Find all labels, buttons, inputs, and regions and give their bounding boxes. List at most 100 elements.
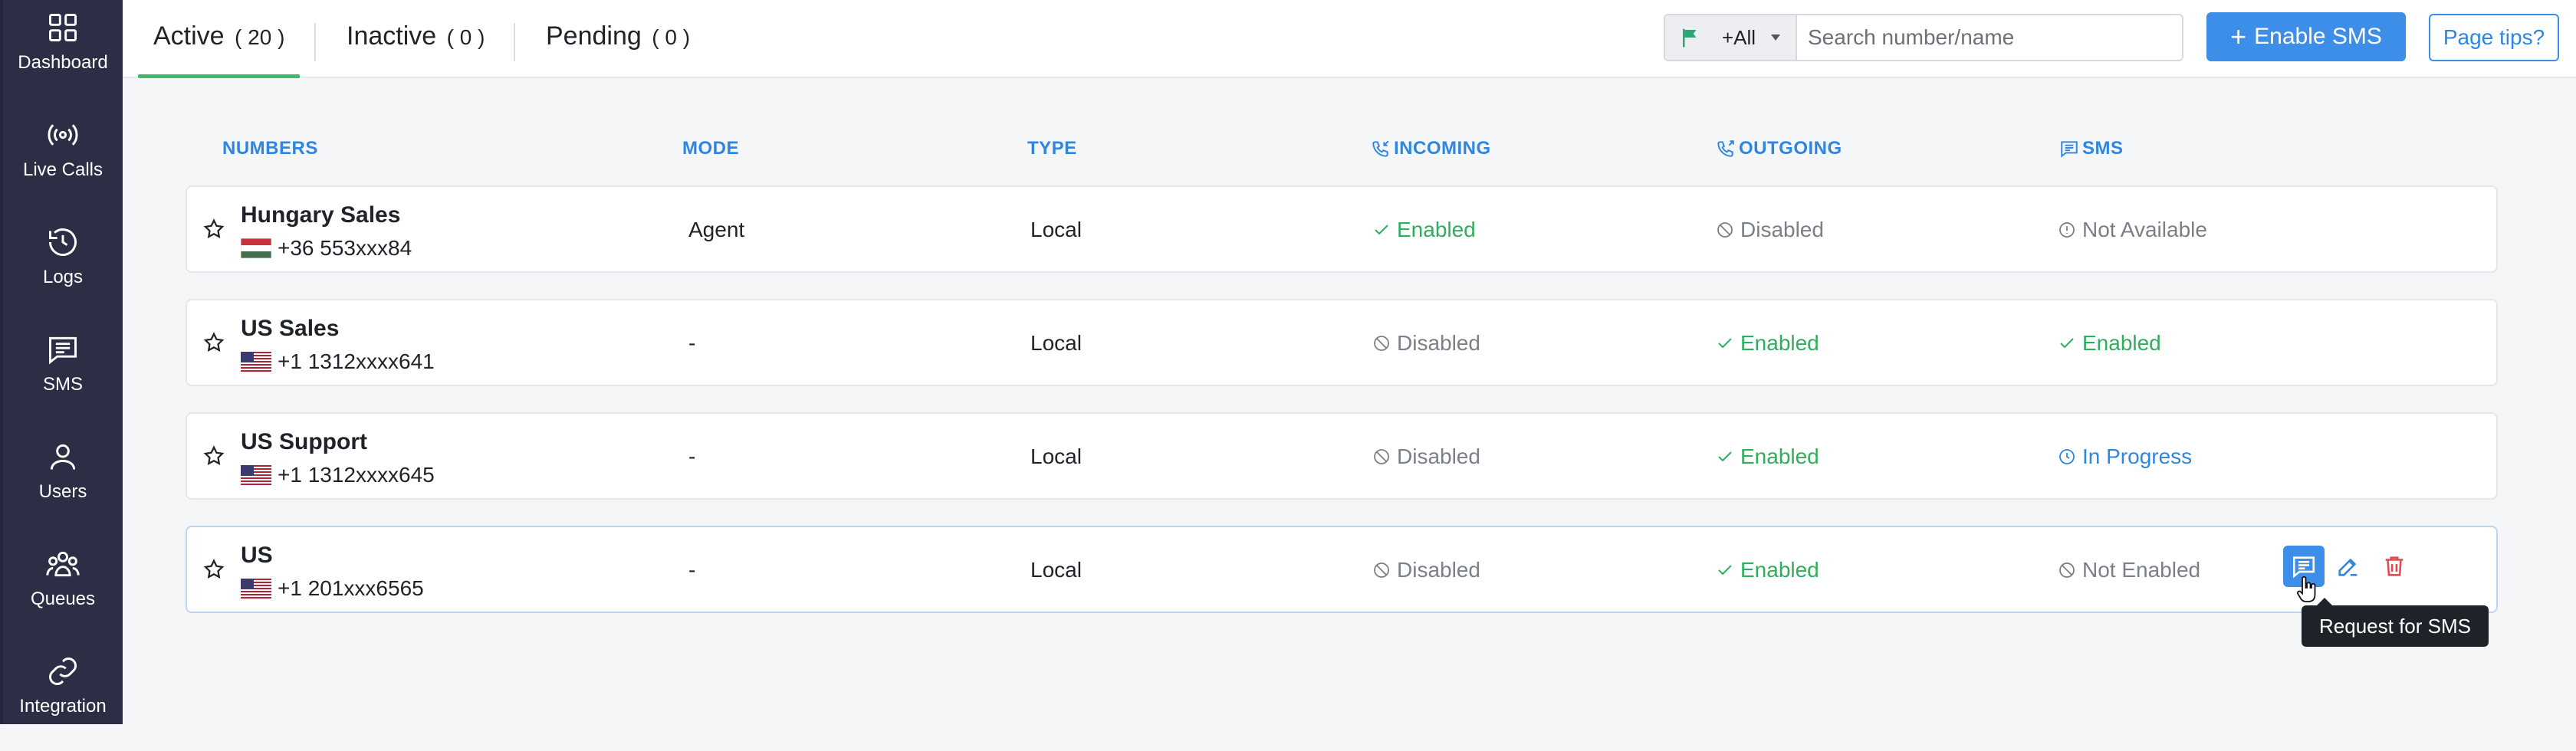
clock-icon: [2059, 449, 2075, 464]
incoming-status: Enabled: [1372, 218, 1476, 242]
type-cell: Local: [1030, 331, 1082, 355]
disabled-icon: [1717, 222, 1733, 238]
number-name: US Support: [241, 429, 367, 454]
number-line: +36 553xxx84: [241, 236, 412, 261]
star-icon[interactable]: [202, 444, 225, 467]
column-header-incoming: INCOMING: [1371, 138, 1491, 159]
sidebar-item-label: Integration: [19, 696, 107, 717]
country-select[interactable]: +All: [1665, 15, 1797, 60]
sidebar-item-live-calls[interactable]: Live Calls: [3, 107, 123, 215]
check-icon: [1718, 338, 1732, 349]
status-text: Enabled: [1740, 444, 1819, 468]
message-icon: [2061, 141, 2078, 158]
tab-active[interactable]: Active ( 20 ): [137, 21, 301, 78]
check-icon: [1375, 225, 1388, 235]
search-filter: +All: [1664, 14, 2183, 61]
sidebar-item-users[interactable]: Users: [3, 429, 123, 536]
column-header-label: OUTGOING: [1739, 138, 1842, 159]
number-name: Hungary Sales: [241, 202, 401, 228]
sidebar-item-label: Live Calls: [22, 159, 104, 180]
star-icon[interactable]: [202, 558, 225, 581]
sidebar-item-logs[interactable]: Logs: [3, 215, 123, 322]
phone-number: +1 1312xxxx641: [278, 349, 435, 373]
hand-cursor-icon: [2297, 576, 2316, 602]
tab-divider: [314, 23, 316, 61]
disabled-icon: [1374, 562, 1389, 578]
status-text: Disabled: [1397, 331, 1480, 355]
sidebar-item-queues[interactable]: Queues: [3, 536, 123, 644]
disabled-icon: [1374, 336, 1389, 351]
type-cell: Local: [1030, 218, 1082, 241]
disabled-icon: [2059, 562, 2075, 578]
hungary-flag-icon: [241, 238, 271, 258]
tab-count: ( 0 ): [652, 25, 691, 49]
number-name: US: [241, 543, 273, 568]
check-icon: [2060, 338, 2074, 349]
phone-number: +1 1312xxxx645: [278, 463, 435, 487]
sidebar: Dashboard Live Calls Logs SMS Users Queu…: [0, 0, 123, 724]
star-icon[interactable]: [202, 218, 225, 241]
status-text: Enabled: [1740, 558, 1819, 582]
status-text: Not Enabled: [2082, 558, 2201, 582]
sms-status: Not Enabled: [2058, 558, 2200, 582]
tab-label: Pending: [546, 21, 642, 51]
table-row[interactable]: US Sales +1 1312xxxx641 - Local Disabled…: [186, 299, 2498, 386]
group-icon: [46, 551, 80, 577]
star-icon[interactable]: [202, 331, 225, 354]
outgoing-status: Enabled: [1716, 331, 1819, 356]
incoming-status: Disabled: [1372, 331, 1480, 356]
status-text: Disabled: [1397, 444, 1480, 468]
status-text: Not Available: [2082, 218, 2207, 241]
history-icon: [49, 228, 77, 256]
tab-count: ( 0 ): [446, 25, 485, 49]
column-header-label: MODE: [682, 138, 739, 159]
message-icon: [2292, 556, 2315, 579]
country-select-value: +All: [1722, 25, 1756, 49]
number-name: US Sales: [241, 316, 340, 341]
mode-cell: -: [688, 444, 696, 468]
table-row[interactable]: US Support +1 1312xxxx645 - Local Disabl…: [186, 412, 2498, 500]
tab-pending[interactable]: Pending ( 0 ): [546, 21, 690, 77]
sidebar-item-integration[interactable]: Integration: [3, 644, 123, 751]
sidebar-item-label: Logs: [42, 267, 84, 287]
tab-count: ( 20 ): [235, 25, 285, 49]
sms-status: Enabled: [2058, 331, 2161, 356]
column-header-mode: MODE: [682, 138, 739, 159]
link-icon: [49, 658, 77, 685]
number-line: +1 1312xxxx641: [241, 349, 435, 374]
mode-cell: -: [688, 331, 696, 355]
column-header-sms: SMS: [2059, 138, 2124, 159]
us-flag-icon: [241, 352, 271, 372]
top-bar: Active ( 20 ) Inactive ( 0 ) Pending ( 0…: [123, 0, 2576, 78]
column-header-label: TYPE: [1027, 138, 1077, 159]
table-row[interactable]: Hungary Sales +36 553xxx84 Agent Local E…: [186, 185, 2498, 273]
sidebar-item-label: Users: [38, 481, 87, 502]
delete-button[interactable]: [2374, 546, 2415, 587]
sidebar-item-dashboard[interactable]: Dashboard: [3, 0, 123, 107]
plus-icon: +: [2230, 21, 2247, 52]
chevron-down-icon: [1771, 34, 1781, 41]
status-text: Enabled: [2082, 331, 2161, 355]
tab-label: Active: [153, 21, 225, 51]
trash-icon: [2385, 556, 2404, 576]
sidebar-item-sms[interactable]: SMS: [3, 322, 123, 429]
outgoing-status: Enabled: [1716, 444, 1819, 469]
mode-cell: Agent: [688, 218, 745, 241]
phone-number: +36 553xxx84: [278, 236, 412, 260]
page-tips-button[interactable]: Page tips?: [2429, 14, 2559, 61]
tab-inactive[interactable]: Inactive ( 0 ): [347, 21, 485, 77]
status-text: In Progress: [2082, 444, 2193, 468]
edit-button[interactable]: [2328, 546, 2369, 587]
type-cell: Local: [1030, 558, 1082, 582]
incoming-status: Disabled: [1372, 558, 1480, 582]
enable-sms-button[interactable]: + Enable SMS: [2206, 12, 2406, 61]
number-line: +1 1312xxxx645: [241, 463, 435, 487]
search-input[interactable]: [1797, 15, 2182, 60]
column-header-outgoing: OUTGOING: [1716, 138, 1842, 159]
us-flag-icon: [241, 579, 271, 599]
table-row[interactable]: US +1 201xxx6565 - Local Disabled Enable…: [186, 526, 2498, 613]
sms-status: Not Available: [2058, 218, 2207, 242]
status-text: Enabled: [1740, 331, 1819, 355]
sidebar-item-label: SMS: [42, 374, 83, 395]
tooltip: Request for SMS: [2302, 598, 2489, 647]
